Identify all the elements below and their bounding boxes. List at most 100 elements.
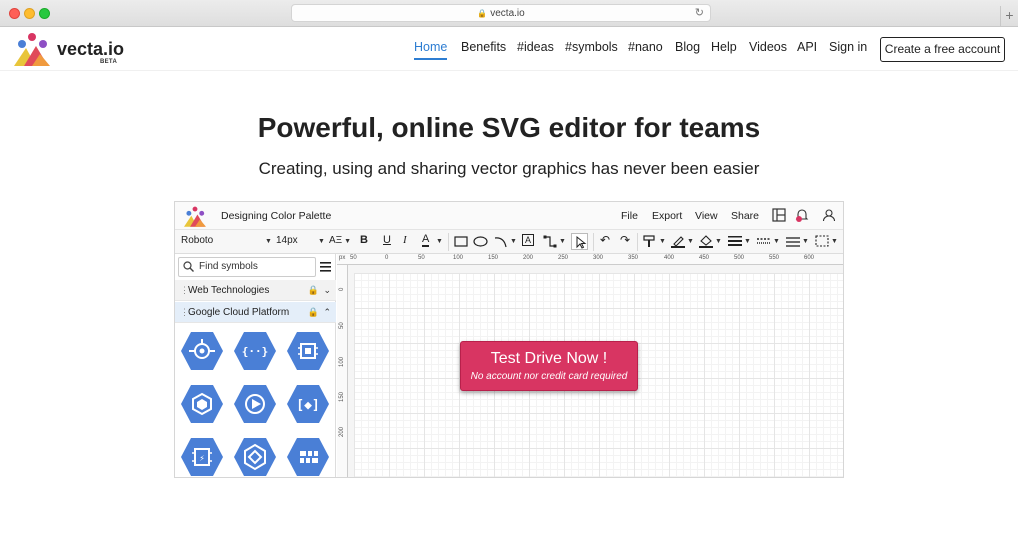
marquee-select-icon[interactable] xyxy=(815,235,829,247)
nav-ideas[interactable]: #ideas xyxy=(517,40,554,54)
vecta-logo-icon xyxy=(184,206,206,227)
toolbar-divider xyxy=(448,233,449,251)
fill-color-caret-icon[interactable]: ▼ xyxy=(713,235,722,246)
menu-file[interactable]: File xyxy=(621,210,638,222)
format-painter-caret-icon[interactable]: ▼ xyxy=(657,235,666,246)
ruler-tick: 50 xyxy=(339,322,345,329)
nav-sign-in[interactable]: Sign in xyxy=(829,40,867,54)
menu-view[interactable]: View xyxy=(695,210,718,222)
stroke-color-icon[interactable] xyxy=(671,234,685,248)
dash-style-icon[interactable] xyxy=(757,237,771,245)
text-color-icon[interactable]: A xyxy=(422,233,430,247)
create-account-button[interactable]: Create a free account xyxy=(880,37,1005,62)
gcp-storage-icon[interactable] xyxy=(233,384,277,424)
dash-style-caret-icon[interactable]: ▼ xyxy=(771,235,780,246)
nav-symbols[interactable]: #symbols xyxy=(565,40,618,54)
gcp-compute-engine-icon[interactable] xyxy=(286,331,330,371)
font-family-value: Roboto xyxy=(181,235,214,246)
ruler-tick: 200 xyxy=(523,255,534,261)
chevron-up-icon[interactable]: ⌃ xyxy=(323,302,331,323)
nav-videos[interactable]: Videos xyxy=(749,40,787,54)
ruler-tick: 250 xyxy=(558,255,569,261)
drag-handle-icon[interactable]: ⋮ xyxy=(180,302,189,323)
font-size-select[interactable]: 14px xyxy=(276,235,298,246)
ruler-tick: 400 xyxy=(664,255,675,261)
line-weight-icon[interactable] xyxy=(728,236,742,246)
line-weight-caret-icon[interactable]: ▼ xyxy=(742,235,751,246)
symbols-sidebar: Find symbols ⋮ Web Technologies 🔒 ⌄ ⋮ Go… xyxy=(175,254,336,477)
bold-icon[interactable]: B xyxy=(360,234,368,246)
stroke-color-caret-icon[interactable]: ▼ xyxy=(685,235,694,246)
address-bar[interactable]: 🔒 vecta.io ↻ xyxy=(291,4,711,22)
gcp-api-icon[interactable]: {··} xyxy=(233,331,277,371)
italic-icon[interactable]: I xyxy=(403,234,407,246)
font-size-value: 14px xyxy=(276,235,298,246)
text-color-caret-icon[interactable]: ▼ xyxy=(434,235,443,246)
gcp-processor-icon[interactable]: ⚡ xyxy=(180,437,224,477)
arrange-caret-icon[interactable]: ▼ xyxy=(800,235,809,246)
text-case-icon[interactable]: AΞ ▼ xyxy=(329,235,351,246)
gcp-dataflow-icon[interactable] xyxy=(233,437,277,477)
hero-title: Powerful, online SVG editor for teams xyxy=(257,112,761,143)
ellipse-tool-icon[interactable] xyxy=(473,236,488,247)
redo-icon[interactable]: ↷ xyxy=(620,233,630,247)
fill-color-icon[interactable] xyxy=(699,234,713,248)
ruler-tick: 600 xyxy=(804,255,815,261)
connector-caret-icon[interactable]: ▼ xyxy=(557,235,566,246)
undo-icon[interactable]: ↶ xyxy=(600,233,610,247)
nav-blog[interactable]: Blog xyxy=(675,40,700,54)
ruler-tick: 150 xyxy=(339,391,345,402)
nav-api[interactable]: API xyxy=(797,40,817,54)
vecta-logo-icon[interactable] xyxy=(12,32,52,68)
notifications-bell-icon[interactable] xyxy=(795,208,809,222)
reload-icon[interactable]: ↻ xyxy=(695,5,704,22)
panel-google-cloud-platform[interactable]: ⋮ Google Cloud Platform 🔒 ⌃ xyxy=(175,302,336,323)
connector-tool-icon[interactable] xyxy=(543,235,557,248)
menu-share[interactable]: Share xyxy=(731,210,759,222)
browser-chrome: 🔒 vecta.io ↻ + xyxy=(0,0,1018,27)
gcp-container-engine-icon[interactable] xyxy=(180,384,224,424)
brand-name[interactable]: vecta.io xyxy=(57,39,124,60)
font-family-caret-icon[interactable]: ▼ xyxy=(263,235,272,246)
text-tool-icon[interactable]: A xyxy=(522,234,535,246)
arrange-icon[interactable] xyxy=(786,235,800,248)
ruler-tick: 100 xyxy=(453,255,464,261)
panel-web-technologies[interactable]: ⋮ Web Technologies 🔒 ⌄ xyxy=(175,280,336,301)
minimize-window-button[interactable] xyxy=(24,8,35,19)
svg-text:⚡: ⚡ xyxy=(199,454,205,463)
chevron-down-icon[interactable]: ⌄ xyxy=(323,280,331,301)
nav-help[interactable]: Help xyxy=(711,40,737,54)
menu-export[interactable]: Export xyxy=(652,210,682,222)
search-icon xyxy=(183,261,194,272)
format-painter-icon[interactable] xyxy=(643,235,656,248)
document-title[interactable]: Designing Color Palette xyxy=(221,210,331,222)
marquee-caret-icon[interactable]: ▼ xyxy=(829,235,838,246)
close-window-button[interactable] xyxy=(9,8,20,19)
zoom-window-button[interactable] xyxy=(39,8,50,19)
gcp-endpoints-icon[interactable] xyxy=(180,331,224,371)
ruler-tick: 0 xyxy=(385,255,389,261)
find-symbols-input[interactable]: Find symbols xyxy=(178,257,316,277)
nav-home[interactable]: Home xyxy=(414,40,448,60)
layout-panels-icon[interactable] xyxy=(772,208,786,222)
test-drive-button[interactable]: Test Drive Now ! No account nor credit c… xyxy=(460,341,638,391)
gcp-container-registry-icon[interactable]: [◆] xyxy=(286,384,330,424)
drag-handle-icon[interactable]: ⋮ xyxy=(180,280,189,301)
horizontal-ruler: px 50 0 50 100 150 200 250 300 350 400 4… xyxy=(337,254,843,265)
rectangle-tool-icon[interactable] xyxy=(454,236,468,247)
new-tab-button[interactable]: + xyxy=(1000,6,1018,26)
hamburger-menu-icon[interactable] xyxy=(320,262,331,272)
nav-nano[interactable]: #nano xyxy=(628,40,663,54)
path-tool-icon[interactable] xyxy=(494,235,508,248)
ruler-tick: 500 xyxy=(734,255,745,261)
nav-benefits[interactable]: Benefits xyxy=(461,40,506,54)
path-tool-caret-icon[interactable]: ▼ xyxy=(508,235,517,246)
select-pointer-icon[interactable] xyxy=(571,233,588,250)
font-size-caret-icon[interactable]: ▼ xyxy=(316,235,325,246)
user-profile-icon[interactable] xyxy=(822,208,836,222)
address-text: vecta.io xyxy=(490,8,525,19)
gcp-dataproc-icon[interactable] xyxy=(286,437,330,477)
underline-icon[interactable]: U xyxy=(383,234,391,246)
font-family-select[interactable]: Roboto xyxy=(181,235,213,246)
test-drive-sublabel: No account nor credit card required xyxy=(470,371,628,382)
